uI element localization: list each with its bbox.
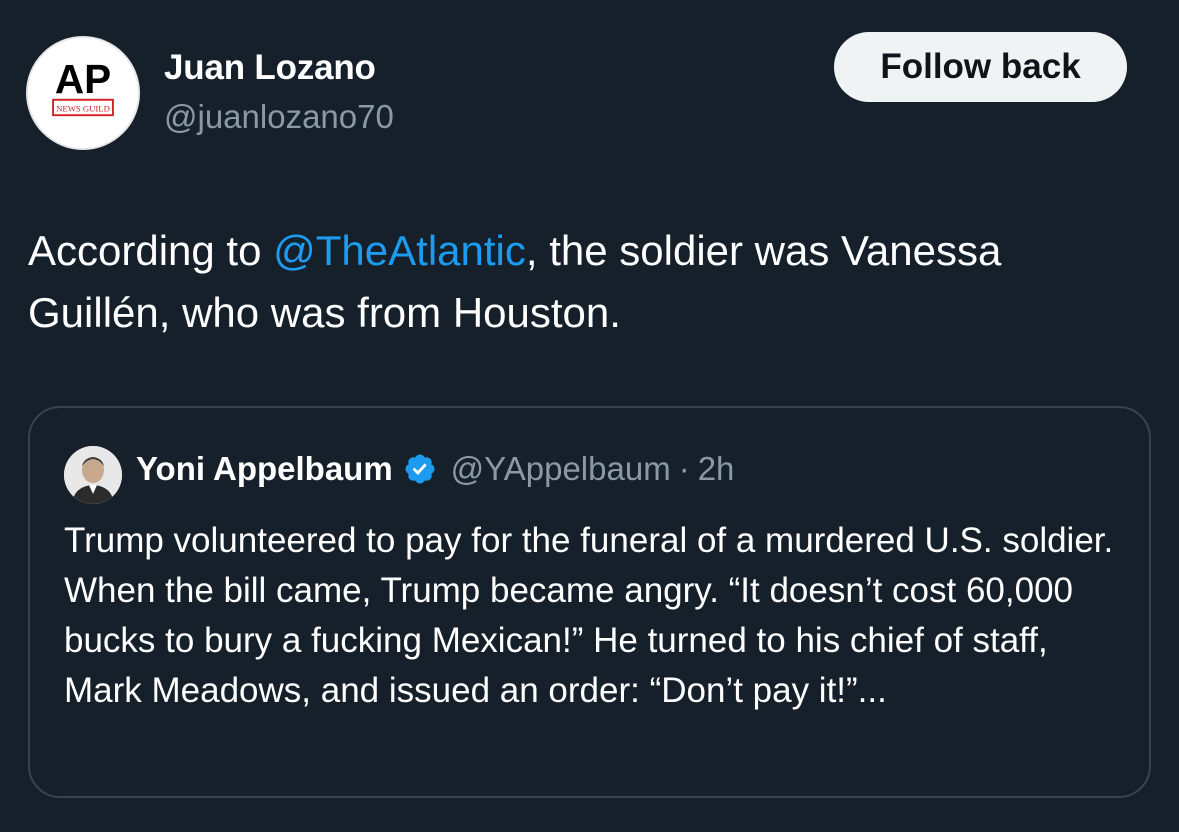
ap-news-guild-logo: AP NEWS GUILD xyxy=(28,38,138,148)
tweet-text: According to @TheAtlantic, the soldier w… xyxy=(28,220,1148,344)
quoted-author-avatar[interactable] xyxy=(64,446,122,504)
quoted-author-handle[interactable]: @YAppelbaum xyxy=(451,450,671,488)
mention-link[interactable]: @TheAtlantic xyxy=(273,227,526,274)
ap-logo-text: AP xyxy=(55,56,111,102)
person-avatar-icon xyxy=(64,446,122,504)
tweet-text-start: According to xyxy=(28,227,274,274)
news-guild-text: NEWS GUILD xyxy=(56,103,110,113)
quoted-tweet-header: Yoni Appelbaum @YAppelbaum · 2h xyxy=(136,450,734,488)
quoted-tweet-timestamp[interactable]: 2h xyxy=(698,450,735,488)
author-handle[interactable]: @juanlozano70 xyxy=(164,98,394,136)
verified-badge-icon xyxy=(403,452,437,486)
quoted-tweet-text: Trump volunteered to pay for the funeral… xyxy=(64,521,1114,710)
author-avatar[interactable]: AP NEWS GUILD xyxy=(26,36,140,150)
quoted-author-name[interactable]: Yoni Appelbaum xyxy=(136,450,393,488)
header-separator: · xyxy=(678,450,690,487)
follow-back-button[interactable]: Follow back xyxy=(834,32,1127,102)
author-name[interactable]: Juan Lozano xyxy=(164,48,376,88)
quoted-tweet-card[interactable]: Yoni Appelbaum @YAppelbaum · 2h Trump vo… xyxy=(28,406,1151,798)
